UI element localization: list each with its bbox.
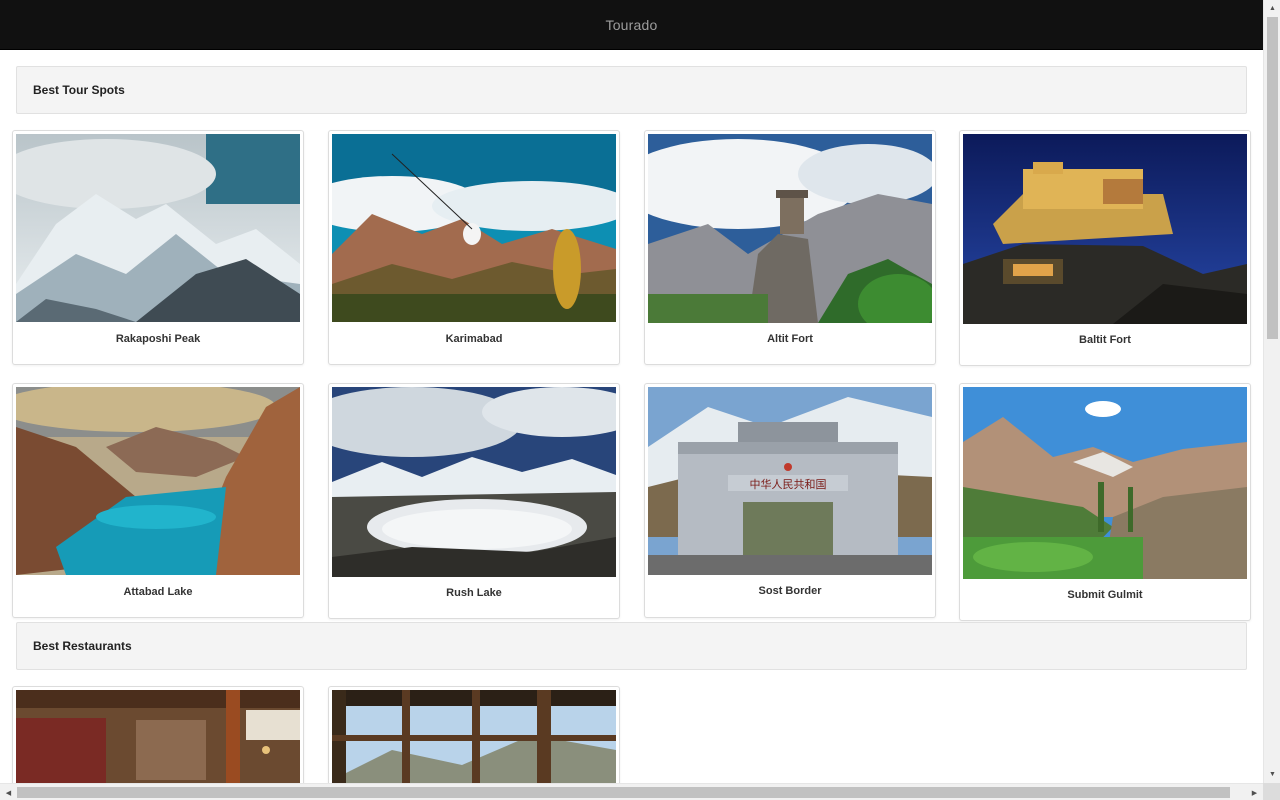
card-title: Rush Lake	[446, 587, 502, 599]
triangle-down-icon[interactable]: ▼	[1264, 766, 1280, 783]
page-viewport: Tourado Best Tour Spots Rakaposhi Peak K…	[0, 0, 1263, 783]
tour-card-attabad-lake[interactable]: Attabad Lake	[12, 383, 304, 618]
section-header-tour-spots: Best Tour Spots	[16, 66, 1247, 114]
tour-card-sost-border[interactable]: 中华人民共和国 Sost Border	[644, 383, 936, 618]
attabad-lake-photo	[16, 387, 300, 575]
card-title: Rakaposhi Peak	[115, 333, 201, 345]
svg-text:中华人民共和国: 中华人民共和国	[750, 477, 827, 491]
vertical-scrollbar[interactable]: ▲ ▼	[1263, 0, 1280, 783]
rush-lake-photo	[332, 387, 616, 577]
section-title: Best Restaurants	[33, 639, 132, 653]
tour-card-rakaposhi-peak[interactable]: Rakaposhi Peak	[12, 130, 304, 365]
card-title: Baltit Fort	[1079, 334, 1131, 346]
triangle-left-icon[interactable]: ◀	[0, 784, 17, 800]
top-navbar: Tourado	[0, 0, 1263, 50]
restaurant-photo	[16, 690, 300, 783]
card-title: Attabad Lake	[123, 586, 193, 598]
brand-title[interactable]: Tourado	[606, 17, 658, 33]
restaurant-photo	[332, 690, 616, 783]
restaurant-card-2[interactable]	[328, 686, 620, 783]
scrollbar-corner	[1263, 783, 1280, 800]
restaurant-card-1[interactable]	[12, 686, 304, 783]
card-title: Submit Gulmit	[1067, 589, 1143, 601]
rakaposhi-peak-photo	[16, 134, 300, 322]
triangle-right-icon[interactable]: ▶	[1246, 784, 1263, 800]
tour-card-altit-fort[interactable]: Altit Fort	[644, 130, 936, 365]
altit-fort-photo	[648, 134, 932, 323]
tour-card-submit-gulmit[interactable]: Submit Gulmit	[959, 383, 1251, 621]
tour-card-baltit-fort[interactable]: Baltit Fort	[959, 130, 1251, 366]
horizontal-scrollbar[interactable]: ◀ ▶	[0, 783, 1263, 800]
card-title: Sost Border	[758, 585, 822, 597]
horizontal-scrollbar-thumb[interactable]	[17, 787, 1230, 798]
vertical-scrollbar-thumb[interactable]	[1267, 17, 1278, 339]
triangle-up-icon[interactable]: ▲	[1264, 0, 1280, 17]
submit-gulmit-photo	[963, 387, 1247, 579]
karimabad-photo	[332, 134, 616, 322]
baltit-fort-photo	[963, 134, 1247, 324]
tour-card-karimabad[interactable]: Karimabad	[328, 130, 620, 365]
sost-border-photo: 中华人民共和国	[648, 387, 932, 575]
card-title: Karimabad	[445, 333, 503, 345]
section-title: Best Tour Spots	[33, 83, 125, 97]
tour-card-rush-lake[interactable]: Rush Lake	[328, 383, 620, 619]
card-title: Altit Fort	[767, 333, 813, 345]
section-header-restaurants: Best Restaurants	[16, 622, 1247, 670]
